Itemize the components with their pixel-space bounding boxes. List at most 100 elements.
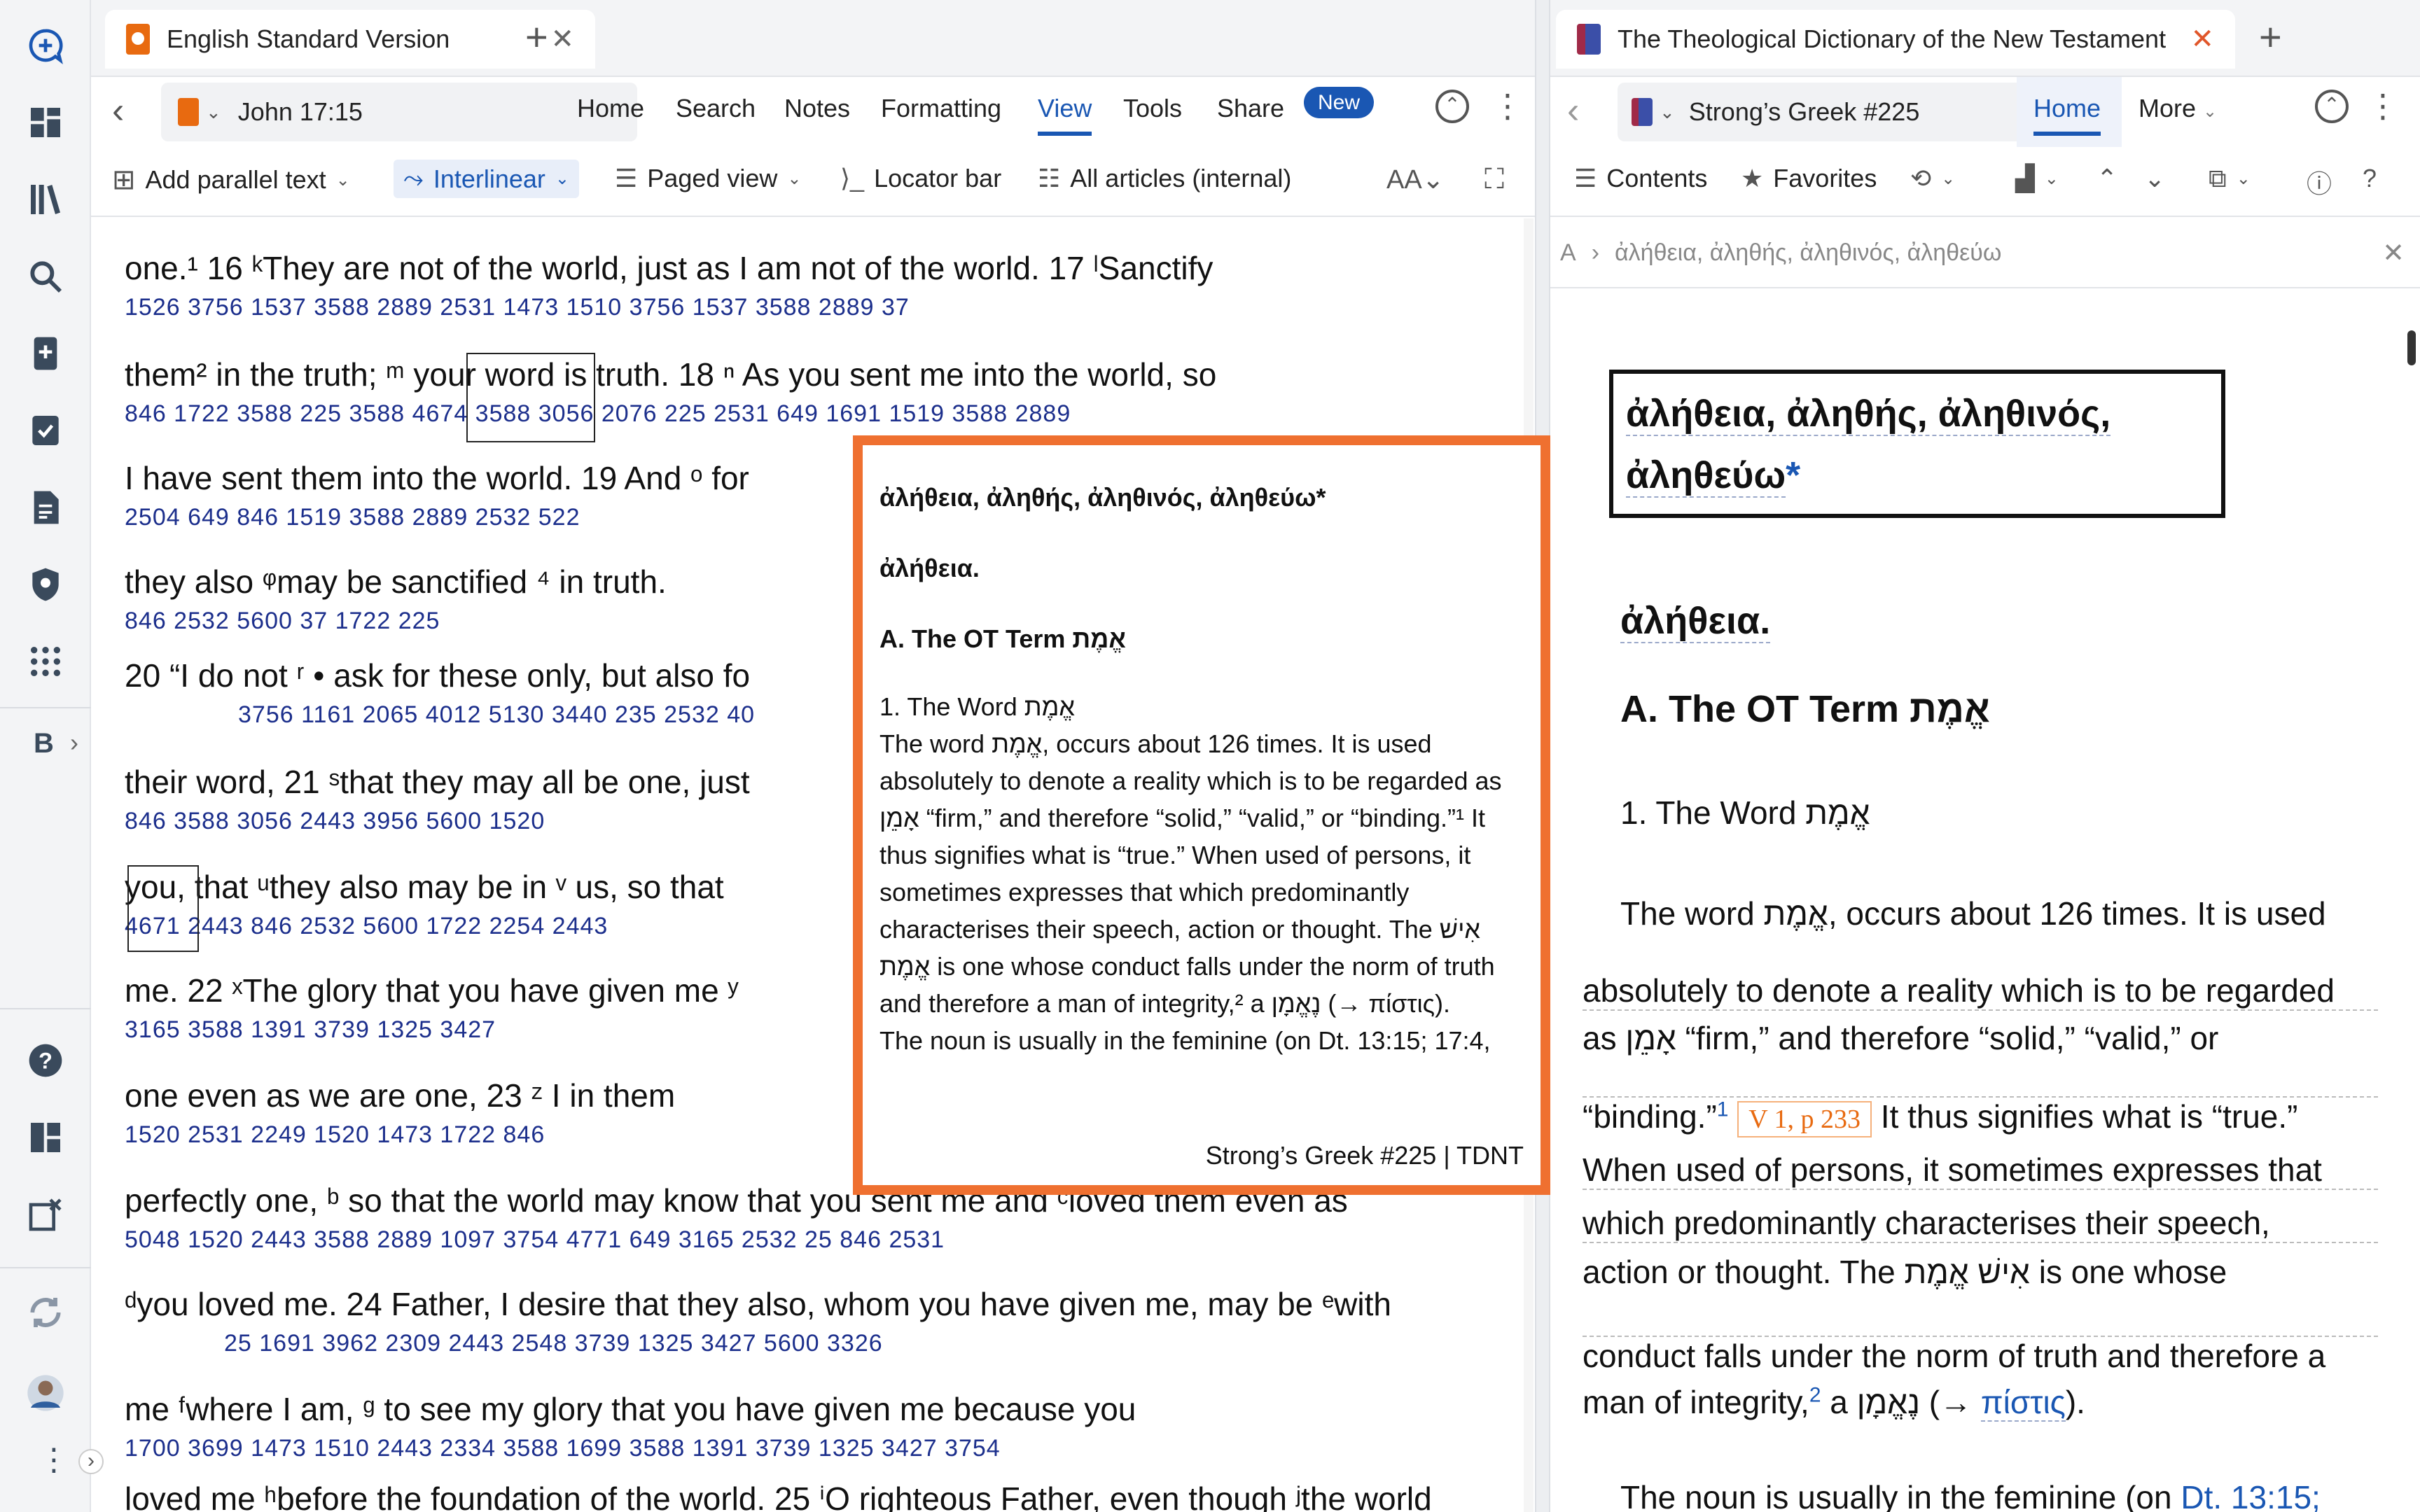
strongs-numbers: 2504 649 846 1519 3588 2889 2532 522 (125, 504, 580, 531)
strongs-numbers: 1700 3699 1473 1510 2443 2334 3588 1699 … (125, 1435, 1001, 1462)
left-rail: B › ? ⋮ › (0, 0, 104, 1512)
interlinear-button[interactable]: ⤳ Interlinear ⌄ (394, 160, 580, 198)
collapse-up-icon[interactable]: ⌃ (1435, 90, 1469, 123)
locator-bar-button[interactable]: ⟩_ Locator bar (840, 164, 1001, 193)
more-options-icon[interactable]: ⋮ (1491, 87, 1524, 125)
bible-shortcut[interactable]: B (34, 728, 54, 760)
favorites-button[interactable]: ★ Favorites (1741, 164, 1877, 193)
right-menu-more[interactable]: More ⌄ (2139, 94, 2217, 123)
article-section: A. The OT Term אֱמֶת (1620, 688, 1990, 730)
bible-line: me ᶠwhere I am, ᵍ to see my glory that y… (125, 1391, 1136, 1427)
shield-icon[interactable] (21, 560, 70, 609)
menu-share[interactable]: Share (1217, 94, 1284, 123)
sync-icon[interactable] (21, 1288, 70, 1337)
bible-line: ᵈyou loved me. 24 Father, I desire that … (125, 1286, 1391, 1322)
new-badge[interactable]: New (1304, 87, 1375, 118)
tab-title: English Standard Version (167, 24, 450, 53)
new-tab-icon[interactable]: + (525, 14, 548, 59)
close-panels-icon[interactable] (21, 1190, 70, 1239)
article-para: conduct falls under the norm of truth an… (1583, 1336, 2378, 1375)
reference-box[interactable]: ⌄ John 17:15 (161, 83, 637, 141)
font-size-icon[interactable]: AA⌄ (1386, 164, 1445, 195)
paged-view-button[interactable]: ☰ Paged view ⌄ (615, 164, 802, 193)
checklist-icon[interactable] (21, 406, 70, 455)
strongs-numbers: 5048 1520 2443 3588 2889 1097 3754 4771 … (125, 1226, 945, 1253)
chevron-down-icon: ⌄ (206, 101, 221, 122)
popup-section: A. The OT Term אֱמֶת (879, 624, 1126, 653)
notes-icon[interactable] (21, 483, 70, 532)
scripture-link[interactable]: Dt. 13:15; (2181, 1479, 2320, 1512)
menu-search[interactable]: Search (676, 94, 756, 123)
right-scrollbar-thumb[interactable] (2407, 330, 2416, 365)
right-menu-home[interactable]: Home (2033, 94, 2101, 136)
new-panel-icon[interactable] (21, 21, 70, 70)
apps-icon[interactable] (21, 637, 70, 686)
help-icon[interactable]: ? (21, 1036, 70, 1085)
right-nav-toolbar: ‹ ⌄ Strong’s Greek #225 ⌨ (1550, 77, 2420, 147)
library-icon[interactable] (21, 175, 70, 224)
user-avatar[interactable] (21, 1368, 70, 1418)
bible-line: me. 22 ˣThe glory that you have given me… (125, 972, 739, 1009)
search-icon[interactable] (21, 252, 70, 301)
pistis-link[interactable]: πίστις (1980, 1384, 2066, 1422)
menu-formatting[interactable]: Formatting (881, 94, 1001, 123)
article-pane[interactable]: A › ἀλήθεια, ἀληθής, ἀληθινός, ἀληθεύω ✕… (1550, 218, 2420, 1512)
collapse-up-icon[interactable]: ⌃ (2315, 90, 2349, 123)
menu-view[interactable]: View (1038, 94, 1092, 136)
add-document-icon[interactable] (21, 329, 70, 378)
article-para: as אָמֵן “firm,” and therefore “solid,” … (1583, 1020, 2219, 1056)
bible-line: them² in the truth; ᵐ your word is truth… (125, 356, 1217, 393)
more-options-icon[interactable]: ⋮ (2367, 87, 2399, 125)
tab-english-standard-version[interactable]: English Standard Version ✕ (105, 10, 595, 69)
esv-book-icon (126, 24, 150, 55)
add-parallel-text-button[interactable]: ⊞ Add parallel text ⌄ (112, 164, 350, 196)
article-item: 1. The Word אֱמֶת (1620, 794, 1870, 831)
close-tab-icon[interactable]: ✕ (2190, 23, 2214, 55)
dashboard-icon[interactable] (21, 98, 70, 147)
breadcrumb-letter[interactable]: A (1560, 239, 1576, 267)
dictionary-popup[interactable]: ἀλήθεια, ἀληθής, ἀληθινός, ἀληθεύω* ἀλήθ… (853, 435, 1550, 1195)
svg-text:?: ? (39, 1048, 53, 1074)
info-icon[interactable]: ⓘ (2307, 164, 2332, 200)
article-subhead: ἀλήθεια. (1620, 600, 1771, 643)
close-breadcrumb-icon[interactable]: ✕ (2382, 237, 2405, 269)
all-articles-button[interactable]: ☷ All articles (internal) (1038, 164, 1291, 193)
close-tab-icon[interactable]: ✕ (550, 23, 574, 55)
history-icon[interactable]: ⟲ ⌄ (1910, 164, 1955, 193)
chevron-down-icon[interactable]: ⌄ (2144, 164, 2165, 193)
strongs-numbers: 25 1691 3962 2309 2443 2548 3739 1325 34… (224, 1330, 883, 1357)
new-tab-icon-right[interactable]: + (2259, 14, 2282, 59)
chevron-right-icon[interactable]: › (70, 728, 78, 757)
word-highlight-box (127, 865, 199, 952)
more-vertical-icon[interactable]: ⋮ (39, 1442, 69, 1478)
help-circle-icon[interactable]: ? (2363, 164, 2377, 193)
right-sub-toolbar: ☰ Contents ★ Favorites ⟲ ⌄ ▟ ⌄ ⌃ ⌄ ⧉ ⌄ ⓘ ? (1550, 147, 2420, 217)
strongs-numbers: 1526 3756 1537 3588 2889 2531 1473 1510 … (125, 294, 910, 321)
breadcrumb-path[interactable]: ἀλήθεια, ἀληθής, ἀληθινός, ἀληθεύω (1615, 239, 2001, 267)
popup-item: 1. The Word אֱמֶת (879, 692, 1075, 721)
back-arrow-icon[interactable]: ‹ (112, 90, 124, 132)
chevron-down-icon: ⌄ (335, 170, 350, 190)
article-para: which predominantly characterises their … (1583, 1204, 2378, 1243)
strongs-numbers: 846 2532 5600 37 1722 225 (125, 608, 440, 634)
menu-tools[interactable]: Tools (1123, 94, 1182, 123)
bar-chart-icon[interactable]: ▟ ⌄ (2015, 164, 2059, 193)
interlinear-icon: ⤳ (403, 164, 424, 192)
popup-body: The word אֱמֶת, occurs about 126 times. … (879, 729, 1502, 1018)
back-arrow-icon[interactable]: ‹ (1567, 90, 1579, 132)
menu-home[interactable]: Home (577, 94, 644, 123)
menu-notes[interactable]: Notes (784, 94, 850, 123)
contents-button[interactable]: ☰ Contents (1574, 164, 1707, 193)
fullscreen-icon[interactable]: ⛶ (1484, 164, 1504, 195)
layout-icon[interactable] (21, 1113, 70, 1162)
reference-text: John 17:15 (237, 97, 363, 126)
article-para: action or thought. The אִישׁ אֱמֶת is on… (1583, 1254, 2227, 1290)
tab-tdnt[interactable]: The Theological Dictionary of the New Te… (1556, 10, 2235, 69)
article-title-line1: ἀλήθεια, ἀληθής, ἀληθινός, (1626, 393, 2111, 436)
bible-line: one.¹ 16 ᵏThey are not of the world, jus… (125, 250, 1214, 286)
popup-tail: The noun is usually in the feminine (on … (879, 1026, 1491, 1055)
link-icon[interactable]: ⧉ ⌄ (2209, 164, 2251, 194)
chevron-up-icon[interactable]: ⌃ (2096, 164, 2118, 193)
volume-page-ref[interactable]: V 1, p 233 (1737, 1101, 1872, 1138)
popup-footer[interactable]: Strong’s Greek #225 | TDNT (1206, 1137, 1524, 1174)
